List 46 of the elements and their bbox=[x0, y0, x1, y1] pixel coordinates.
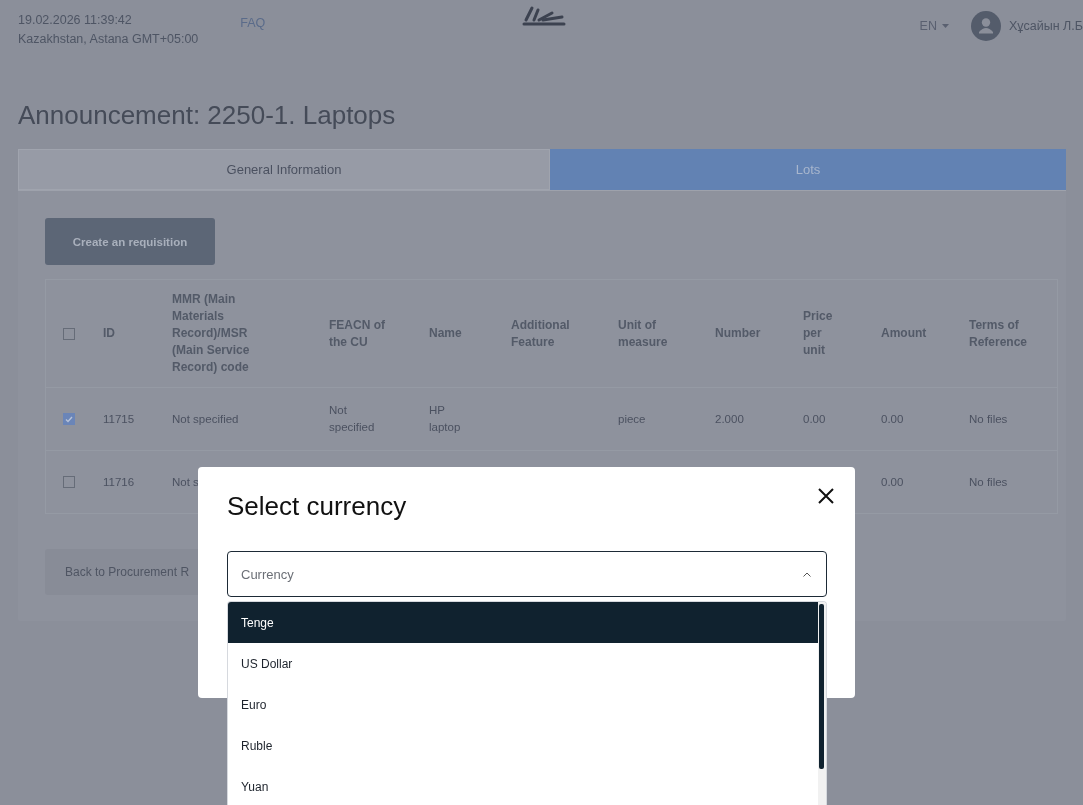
table-cell-text: HP laptop bbox=[429, 403, 462, 435]
table-cell-text: 0.00 bbox=[881, 474, 905, 490]
user-name[interactable]: Хұсайын Л.Б bbox=[1009, 19, 1083, 33]
column-header: Amount bbox=[881, 325, 928, 342]
column-header: Price per unit bbox=[803, 308, 834, 359]
currency-option[interactable]: Tenge bbox=[228, 602, 818, 643]
checkbox[interactable] bbox=[63, 476, 75, 488]
table-cell-text: No files bbox=[969, 411, 1009, 427]
column-header: MMR (Main Materials Record)/MSR (Main Service Record) code bbox=[172, 291, 251, 376]
column-header: Terms of Reference bbox=[969, 316, 1029, 351]
tab[interactable]: General Information bbox=[18, 149, 550, 190]
table-cell-text: 11715 bbox=[103, 411, 136, 427]
checkbox[interactable] bbox=[63, 413, 75, 425]
currency-select[interactable]: Currency bbox=[227, 551, 827, 597]
datetime-text: 19.02.2026 11:39:42 bbox=[18, 12, 133, 27]
table-cell-text: No files bbox=[969, 474, 1009, 490]
column-header: FEACN of the CU bbox=[329, 316, 386, 351]
table-cell-text: Not s bbox=[172, 474, 200, 490]
scrollbar-thumb[interactable] bbox=[819, 604, 824, 769]
table-cell-text: Not specified bbox=[329, 403, 376, 435]
table-cell-text: 0.00 bbox=[803, 411, 827, 427]
table-cell-text: 11716 bbox=[103, 474, 136, 490]
location-text: Kazakhstan, Astana GMT+05:00 bbox=[18, 31, 199, 46]
table-cell-text: 2.000 bbox=[715, 411, 745, 427]
currency-option[interactable]: Euro bbox=[228, 684, 818, 725]
currency-option[interactable]: Ruble bbox=[228, 725, 818, 766]
avatar-icon[interactable] bbox=[971, 11, 1001, 41]
checkbox[interactable] bbox=[63, 327, 75, 340]
page-title: Announcement: 2250-1. Laptops bbox=[18, 99, 397, 132]
dialog-title: Select currency bbox=[227, 490, 408, 522]
column-header: ID bbox=[103, 325, 116, 342]
logo-icon[interactable] bbox=[522, 4, 568, 26]
tab[interactable]: Lots bbox=[550, 149, 1066, 190]
table-cell-text: 0.00 bbox=[881, 411, 905, 427]
column-header: Number bbox=[715, 325, 762, 342]
close-icon[interactable] bbox=[817, 487, 835, 505]
table-cell-text: Not specified bbox=[172, 411, 240, 427]
currency-option[interactable]: US Dollar bbox=[228, 643, 818, 684]
chevron-icon bbox=[803, 571, 811, 577]
create-requisition-button[interactable]: Create an requisition bbox=[45, 218, 215, 265]
column-header: Additional Feature bbox=[511, 316, 571, 351]
caret-icon bbox=[942, 24, 949, 28]
currency-option[interactable]: Yuan bbox=[228, 766, 818, 805]
column-header: Name bbox=[429, 325, 463, 342]
table-cell-text: piece bbox=[618, 411, 647, 427]
column-header: Unit of measure bbox=[618, 316, 669, 351]
